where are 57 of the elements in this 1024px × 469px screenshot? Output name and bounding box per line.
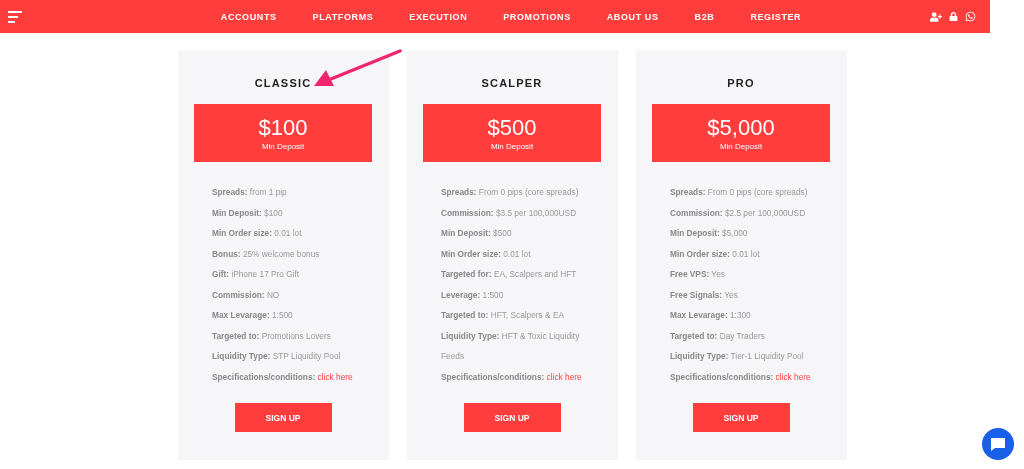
price-caption: Min Deposit <box>261 141 305 151</box>
price: $100 <box>258 115 308 140</box>
plan-title: PRO <box>727 77 755 89</box>
price-caption: Min Deposit <box>490 141 534 151</box>
feature-text: Spreads: From 0 pips (core spreads) <box>670 186 809 199</box>
feature-text: Commission: $3.5 per 100,000USD <box>441 206 578 220</box>
feature-text: Specifications/conditions: click here <box>212 370 354 384</box>
feature-text: Free Signals: Yes <box>670 288 739 302</box>
nav-link[interactable]: PLATFORMS <box>312 11 374 22</box>
feature-text: Targeted for: EA, Scalpers and HFT <box>441 268 578 281</box>
nav-link[interactable]: B2B <box>694 11 715 22</box>
price: $500 <box>487 115 537 140</box>
click-here-link[interactable]: click here <box>775 371 811 382</box>
feature-text: Min Order size: 0.01 lot <box>670 247 761 261</box>
menu-icon[interactable] <box>8 10 22 23</box>
feature-text: Leverage: 1:500 <box>441 288 505 302</box>
feature-text: Max Levarage: 1:500 <box>212 309 294 322</box>
feature-text: Commission: $2.5 per 100,000USD <box>670 206 807 220</box>
click-here-link[interactable]: click here <box>546 371 582 382</box>
feature-text: Min Deposit: $5,000 <box>670 227 749 240</box>
user-plus-icon[interactable] <box>930 10 942 23</box>
feature-text: Free VPS: Yes <box>670 268 726 281</box>
feature-text: Bonus: 25% welcome bonus <box>212 247 321 261</box>
nav-link[interactable]: ACCOUNTS <box>220 11 277 22</box>
chat-bubble-icon <box>991 437 1005 451</box>
feature-text: Specifications/conditions: click here <box>670 370 812 384</box>
chat-button[interactable] <box>982 428 1014 460</box>
feature-text: Min Deposit: $100 <box>212 206 284 220</box>
feature-text: Max Levarage: 1:300 <box>670 309 752 322</box>
click-here-link[interactable]: click here <box>317 371 353 382</box>
price: $5,000 <box>707 115 775 140</box>
whatsapp-icon[interactable] <box>965 11 976 22</box>
feature-text: Commission: NO <box>212 288 281 302</box>
feature-text: Targeted to: HFT, Scalpers & EA <box>441 309 565 322</box>
nav-link[interactable]: REGISTER <box>750 11 802 22</box>
feature-text: Min Order size: 0.01 lot <box>212 227 303 240</box>
feature-text: Liquidity Type: Tier-1 Liquidity Pool <box>670 350 805 363</box>
feature-text: Min Deposit: $500 <box>441 227 513 240</box>
feature-text: Spreads: From 0 pips (core spreads) <box>441 186 580 199</box>
feature-text: Specifications/conditions: click here <box>441 370 583 384</box>
sign-up-button[interactable]: SIGN UP <box>463 403 561 432</box>
plan-title: CLASSIC <box>254 77 312 89</box>
lock-icon[interactable] <box>949 12 958 21</box>
feature-text: Spreads: from 1 pip <box>212 186 288 199</box>
feature-text: Liquidity Type: HFT & Toxic Liquidity Feeds <box>441 329 581 363</box>
nav-link[interactable]: ABOUT US <box>606 11 659 22</box>
feature-text: Min Order size: 0.01 lot <box>441 247 532 261</box>
nav-link[interactable]: PROMOTIONS <box>503 11 571 22</box>
sign-up-button[interactable]: SIGN UP <box>234 403 332 432</box>
sign-up-button[interactable]: SIGN UP <box>692 403 790 432</box>
price-caption: Min Deposit <box>719 141 763 151</box>
feature-text: Targeted to: Promotions Lovers <box>212 329 332 343</box>
feature-text: Gift: iPhone 17 Pro Gift <box>212 268 301 281</box>
nav-link[interactable]: EXECUTION <box>409 11 468 22</box>
feature-text: Liquidity Type: STP Liquidity Pool <box>212 350 342 363</box>
feature-text: Targeted to: Day Traders <box>670 329 766 343</box>
plan-title: SCALPER <box>481 77 543 89</box>
